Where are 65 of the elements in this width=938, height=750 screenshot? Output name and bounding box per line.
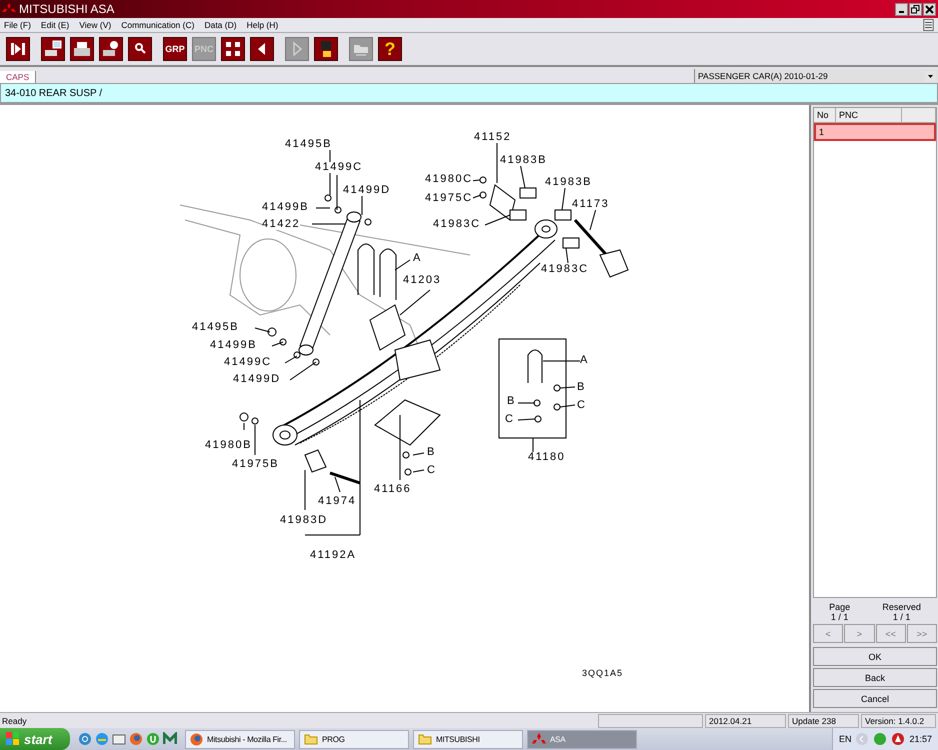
menu-item[interactable]: File (F) xyxy=(4,20,31,30)
taskbar-button[interactable]: PROG xyxy=(299,730,409,748)
part-number-label[interactable]: 41499B xyxy=(262,202,309,213)
part-number-label[interactable]: 41152 xyxy=(474,132,512,143)
status-date: 2012.04.21 xyxy=(705,714,786,728)
part-number-label[interactable]: 41983B xyxy=(545,177,592,188)
part-number-label[interactable]: 41495B xyxy=(285,139,332,150)
menu-item[interactable]: Help (H) xyxy=(246,20,278,30)
vehicle-dropdown[interactable]: PASSENGER CAR(A) 2010-01-29 xyxy=(694,69,938,83)
diagram-code: 3QQ1A5 xyxy=(582,668,624,679)
part-number-label[interactable]: B xyxy=(577,382,586,393)
dialog-button[interactable]: Cancel xyxy=(813,689,937,708)
part-number-label[interactable]: 41166 xyxy=(374,484,412,495)
part-number-label[interactable]: A xyxy=(413,253,422,264)
part-number-label[interactable]: 41974 xyxy=(318,496,356,507)
part-number-label[interactable]: 41980B xyxy=(205,440,252,451)
column-header[interactable]: No xyxy=(814,108,836,122)
part-number-label[interactable]: 41499B xyxy=(210,340,257,351)
part-number-label[interactable]: C xyxy=(577,400,586,411)
dialog-button[interactable]: Back xyxy=(813,668,937,687)
toolbar-button[interactable]: GRP xyxy=(163,37,187,61)
status-version: Version: 1.4.0.2 xyxy=(861,714,936,728)
part-number-label[interactable]: 41983D xyxy=(280,515,328,526)
part-number-label[interactable]: 41975B xyxy=(232,459,279,470)
part-number-label[interactable]: 41983B xyxy=(500,155,547,166)
part-number-label[interactable]: 41975C xyxy=(425,193,473,204)
part-number-label[interactable]: C xyxy=(505,414,514,425)
part-number-label[interactable]: B xyxy=(427,447,436,458)
part-number-label[interactable]: 41495B xyxy=(192,322,239,333)
part-number-label[interactable]: 41983C xyxy=(541,264,589,275)
toolbar-button[interactable]: ? xyxy=(378,37,402,61)
part-number-label[interactable]: 41499D xyxy=(233,374,281,385)
status-update: Update 238 xyxy=(788,714,859,728)
part-number-label[interactable]: 41499D xyxy=(343,185,391,196)
part-number-label[interactable]: 41983C xyxy=(433,219,481,230)
part-number-label[interactable]: 41203 xyxy=(403,275,442,286)
dialog-button[interactable]: OK xyxy=(813,647,937,666)
taskbar-button[interactable]: MITSUBISHI xyxy=(413,730,523,748)
part-number-label[interactable]: A xyxy=(580,355,589,366)
breadcrumb: 34-010 REAR SUSP / xyxy=(5,88,102,98)
reserved-count: 1 / 1 xyxy=(892,612,910,622)
part-number-label[interactable]: 41422 xyxy=(262,219,300,230)
menu-item[interactable]: Data (D) xyxy=(204,20,237,30)
status-message: Ready xyxy=(1,716,28,726)
menu-item[interactable]: View (V) xyxy=(79,20,112,30)
part-number-label[interactable]: 41173 xyxy=(572,199,610,210)
clock: 21:57 xyxy=(909,734,932,744)
page-label: Page xyxy=(829,602,850,612)
part-number-label[interactable]: 41499C xyxy=(315,162,363,173)
menu-item[interactable]: Edit (E) xyxy=(40,20,70,30)
reserved-label: Reserved xyxy=(882,602,921,612)
menu-item[interactable]: Communication (C) xyxy=(121,20,194,30)
part-number-label[interactable]: 41180 xyxy=(528,452,566,463)
part-number-label[interactable]: 41499C xyxy=(224,357,272,368)
tab[interactable]: CAPS xyxy=(0,71,36,83)
window-title: MITSUBISHI ASA xyxy=(19,2,114,16)
part-number-label[interactable]: B xyxy=(507,396,516,407)
part-number-label[interactable]: C xyxy=(427,465,436,476)
column-header[interactable]: PNC xyxy=(836,108,902,122)
part-number-label[interactable]: 41980C xyxy=(425,174,473,185)
part-number-label[interactable]: 41192A xyxy=(310,550,356,561)
language-indicator[interactable]: EN xyxy=(838,734,852,744)
page-count: 1 / 1 xyxy=(830,612,848,622)
taskbar-button[interactable]: Mitsubishi - Mozilla Fir... xyxy=(185,730,295,748)
table-row[interactable]: 1 xyxy=(814,123,936,141)
